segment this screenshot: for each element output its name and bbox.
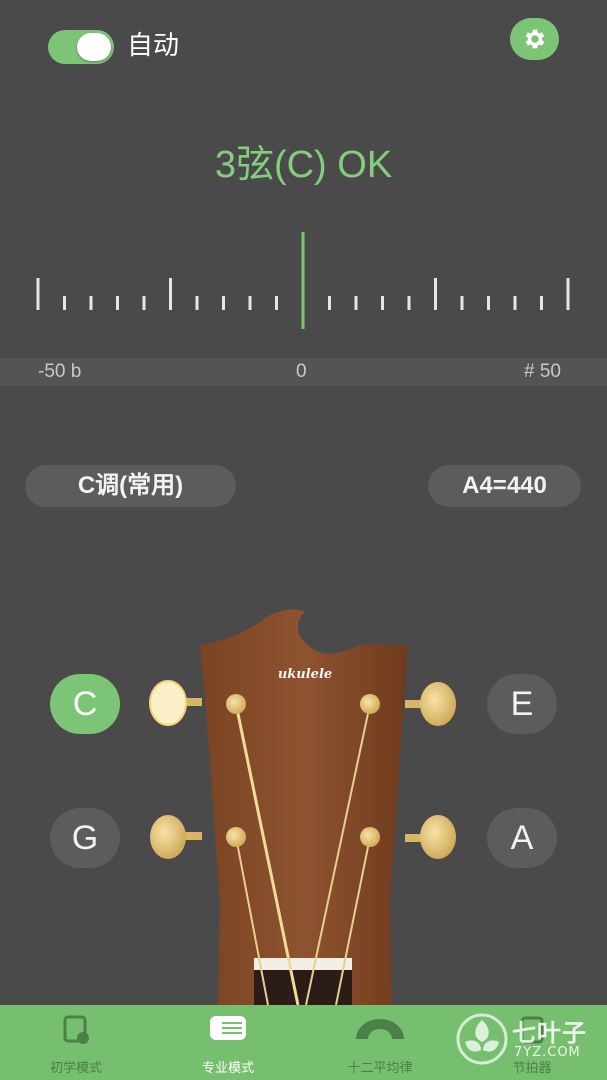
pro-mode-icon xyxy=(210,1016,246,1040)
scale-minor-tick xyxy=(513,296,517,310)
string-button-c[interactable]: C xyxy=(50,674,120,734)
nav-label: 初学模式 xyxy=(49,1061,102,1076)
tuner-peg-e xyxy=(405,682,456,726)
scale-max-label: # 50 xyxy=(524,361,561,382)
string-button-a[interactable]: A xyxy=(487,808,557,868)
scale-minor-tick xyxy=(354,296,358,310)
scale-zero-label: 0 xyxy=(296,361,307,382)
settings-button[interactable] xyxy=(510,18,559,60)
scale-minor-tick xyxy=(116,296,119,310)
scale-minor-tick xyxy=(195,296,199,310)
tuning-scale xyxy=(36,232,570,329)
tuning-status: 3弦(C) OK xyxy=(214,144,393,186)
scale-minor-tick xyxy=(460,296,464,310)
scale-minor-tick xyxy=(381,296,384,310)
scale-minor-tick xyxy=(89,296,93,310)
scale-min-label: -50 b xyxy=(38,361,82,382)
toggle-knob xyxy=(77,33,111,61)
watermark-leaf-logo xyxy=(456,1013,508,1065)
nav-label: 专业模式 xyxy=(201,1061,254,1076)
nav-label: 十二平均律 xyxy=(347,1061,413,1076)
peg-post xyxy=(226,694,246,714)
tuner-peg-c xyxy=(149,680,202,726)
headstock-brand: ukulele xyxy=(278,667,332,682)
tuner-peg-a xyxy=(405,815,456,859)
scale-major-tick xyxy=(169,278,172,310)
scale-minor-tick xyxy=(407,296,411,310)
tuning-needle xyxy=(301,232,305,329)
scale-minor-tick xyxy=(142,296,146,310)
scale-minor-tick xyxy=(487,296,490,310)
scale-major-tick xyxy=(434,278,437,310)
semicircle-gauge-icon xyxy=(356,1019,404,1039)
scale-minor-tick xyxy=(222,296,225,310)
tuner-peg-g xyxy=(150,815,202,859)
nav-equal-temperament[interactable]: 十二平均律 xyxy=(304,1005,456,1080)
string-button-e[interactable]: E xyxy=(487,674,557,734)
nav-pro-mode[interactable]: 专业模式 xyxy=(152,1005,304,1080)
scale-major-tick xyxy=(566,278,570,310)
nav-beginner-mode[interactable]: 初学模式 xyxy=(0,1005,152,1080)
scale-minor-tick xyxy=(63,296,66,310)
peg-post xyxy=(360,694,380,714)
scale-minor-tick xyxy=(540,296,543,310)
auto-label: 自动 xyxy=(127,31,180,61)
peg-post xyxy=(360,827,380,847)
key-select-button[interactable]: C调(常用) xyxy=(25,465,236,507)
gear-icon xyxy=(525,29,544,49)
beginner-mode-icon xyxy=(63,1015,89,1044)
scale-minor-tick xyxy=(248,296,252,310)
scale-minor-tick xyxy=(328,296,331,310)
scale-major-tick xyxy=(36,278,40,310)
peg-post xyxy=(226,827,246,847)
string-button-g[interactable]: G xyxy=(50,808,120,868)
watermark-sub: 7YZ.COM xyxy=(514,1045,581,1060)
pitch-reference-button[interactable]: A4=440 xyxy=(428,465,581,507)
scale-minor-tick xyxy=(275,296,278,310)
watermark-title: 七叶子 xyxy=(512,1019,587,1047)
auto-toggle[interactable] xyxy=(48,30,114,64)
ukulele-headstock: ukulele xyxy=(149,609,456,1005)
